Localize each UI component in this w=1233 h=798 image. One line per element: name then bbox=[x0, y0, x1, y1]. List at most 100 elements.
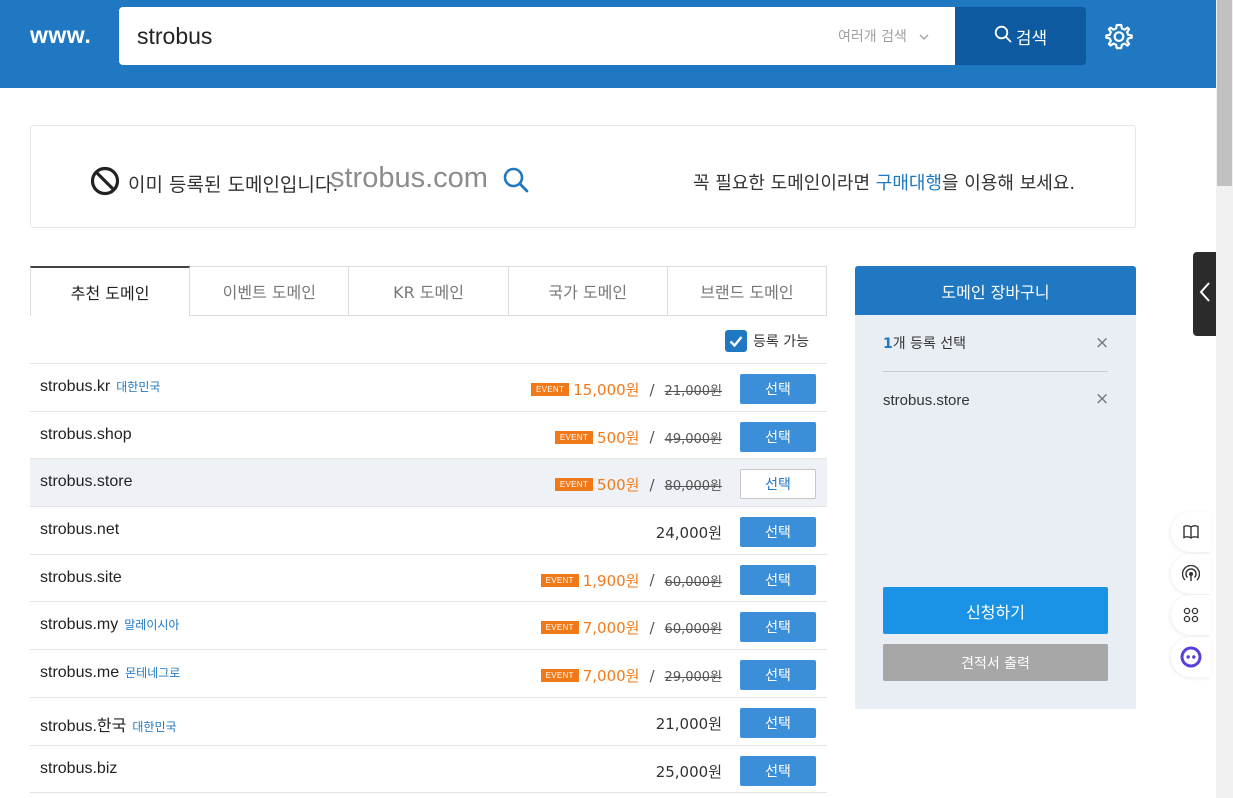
event-price: 500원 bbox=[597, 476, 640, 495]
select-button[interactable]: 선택 bbox=[740, 660, 816, 691]
apply-button[interactable]: 신청하기 bbox=[883, 587, 1108, 634]
whois-search-icon[interactable] bbox=[502, 166, 530, 194]
select-button[interactable]: 선택 bbox=[740, 612, 816, 643]
floating-tools bbox=[1171, 512, 1216, 678]
domain-label: strobus.한국 bbox=[40, 717, 127, 735]
purchase-agency-link[interactable]: 구매대행 bbox=[876, 173, 942, 194]
original-price: 60,000원 bbox=[664, 574, 722, 590]
domain-label: strobus.biz bbox=[40, 759, 118, 777]
gear-icon[interactable] bbox=[1104, 22, 1134, 52]
domain-name: strobus.site bbox=[40, 569, 122, 587]
original-price: 49,000원 bbox=[664, 431, 722, 447]
domain-label: strobus.store bbox=[40, 473, 133, 491]
cart-count: 1개 등록 선택 bbox=[883, 333, 966, 353]
event-price: 500원 bbox=[597, 428, 640, 447]
domain-label: strobus.me bbox=[40, 664, 120, 682]
domain-cart: 도메인 장바구니 1개 등록 선택 × strobus.store × 신청하기… bbox=[855, 266, 1136, 709]
multi-search-dropdown[interactable]: 여러개 검색 bbox=[838, 26, 929, 46]
select-button[interactable]: 선택 bbox=[740, 517, 816, 548]
apps-grid-icon[interactable] bbox=[1171, 595, 1211, 635]
available-filter[interactable]: 등록 가능 bbox=[725, 330, 809, 352]
price-area: 25,000원 bbox=[656, 761, 722, 782]
purchase-agency-message: 꼭 필요한 도메인이라면 구매대행을 이용해 보세요. bbox=[693, 169, 1075, 195]
price-area: EVENT 1,900원 / 60,000원 bbox=[540, 570, 722, 591]
event-price: 7,000원 bbox=[582, 667, 640, 686]
price: 21,000원 bbox=[655, 714, 722, 733]
domain-row: strobus.me 몬테네그로 EVENT 7,000원 / 29,000원 선택 bbox=[30, 649, 827, 697]
domain-label: strobus.shop bbox=[40, 425, 132, 443]
domain-name: strobus.kr 대한민국 bbox=[40, 378, 160, 396]
price: 25,000원 bbox=[655, 762, 722, 781]
side-panel-toggle[interactable] bbox=[1193, 252, 1216, 336]
event-price: 7,000원 bbox=[582, 619, 640, 638]
chatbot-icon[interactable] bbox=[1171, 636, 1211, 677]
book-icon[interactable] bbox=[1171, 512, 1211, 552]
search-button[interactable]: 검색 bbox=[955, 7, 1086, 65]
cart-count-suffix: 개 등록 선택 bbox=[892, 336, 967, 352]
domain-tabs: 추천 도메인 이벤트 도메인 KR 도메인 국가 도메인 브랜드 도메인 bbox=[30, 266, 828, 316]
print-quote-button[interactable]: 견적서 출력 bbox=[883, 644, 1108, 681]
select-button[interactable]: 선택 bbox=[740, 421, 816, 452]
event-badge: EVENT bbox=[540, 573, 579, 587]
domain-name: strobus.shop bbox=[40, 426, 132, 444]
domain-name: strobus.biz bbox=[40, 760, 117, 778]
price-area: 21,000원 bbox=[656, 713, 722, 734]
cart-divider bbox=[883, 371, 1108, 372]
event-badge: EVENT bbox=[540, 621, 579, 635]
chevron-left-icon bbox=[1199, 281, 1211, 307]
country-label: 대한민국 bbox=[132, 719, 177, 734]
scrollbar-thumb[interactable] bbox=[1217, 0, 1232, 186]
price-separator: / bbox=[649, 475, 655, 494]
notice-domain: strobus.com bbox=[330, 162, 488, 194]
prohibited-icon bbox=[90, 166, 120, 196]
domain-row: strobus.my 말레이시아 EVENT 7,000원 / 60,000원 선택 bbox=[30, 601, 827, 649]
original-price: 29,000원 bbox=[664, 670, 722, 686]
tab-kr[interactable]: KR 도메인 bbox=[349, 266, 509, 316]
search-button-label: 검색 bbox=[1015, 28, 1048, 49]
original-price: 80,000원 bbox=[664, 479, 722, 495]
broadcast-icon[interactable] bbox=[1171, 553, 1211, 594]
domain-results-list: strobus.kr 대한민국 EVENT 15,000원/21,000원 선택 stro… bbox=[30, 363, 827, 794]
list-bottom-border bbox=[30, 792, 827, 794]
country-label: 대한민국 bbox=[116, 380, 161, 394]
search-box: 여러개 검색 bbox=[119, 7, 955, 65]
price-area: EVENT 7,000원 / 60,000원 bbox=[540, 617, 722, 638]
domain-name: strobus.net bbox=[40, 521, 119, 539]
domain-row: strobus.store EVENT 500원 / 80,000원 선택 bbox=[30, 458, 827, 507]
event-price: 1,900원 bbox=[582, 571, 640, 590]
country-label: 말레이시아 bbox=[124, 618, 180, 633]
price-separator: / bbox=[649, 428, 655, 447]
agency-suffix: 을 이용해 보세요. bbox=[942, 173, 1076, 194]
clear-cart-icon[interactable]: × bbox=[1095, 333, 1109, 353]
tab-recommended[interactable]: 추천 도메인 bbox=[30, 266, 191, 316]
event-badge: EVENT bbox=[531, 383, 570, 396]
tab-event[interactable]: 이벤트 도메인 bbox=[190, 266, 350, 316]
domain-search-input[interactable] bbox=[137, 17, 817, 55]
price-separator: / bbox=[649, 666, 655, 685]
original-price: 60,000원 bbox=[664, 622, 722, 638]
price-separator: / bbox=[649, 380, 655, 399]
select-button[interactable]: 선택 bbox=[740, 564, 816, 595]
page-scrollbar[interactable] bbox=[1216, 0, 1233, 798]
registered-notice-box: 이미 등록된 도메인입니다. strobus.com 꼭 필요한 도메인이라면 … bbox=[30, 125, 1136, 228]
domain-name: strobus.my 말레이시아 bbox=[40, 616, 179, 634]
select-button[interactable]: 선택 bbox=[740, 755, 816, 786]
price: 24,000원 bbox=[655, 524, 722, 543]
select-button[interactable]: 선택 bbox=[740, 469, 816, 500]
select-button[interactable]: 선택 bbox=[740, 707, 816, 738]
tab-brand[interactable]: 브랜드 도메인 bbox=[667, 266, 828, 316]
select-button[interactable]: 선택 bbox=[740, 374, 816, 404]
domain-name: strobus.me 몬테네그로 bbox=[40, 664, 180, 682]
chevron-down-icon bbox=[919, 31, 929, 44]
tab-country[interactable]: 국가 도메인 bbox=[508, 266, 668, 316]
remove-item-icon[interactable]: × bbox=[1095, 389, 1109, 409]
notice-message: 이미 등록된 도메인입니다. bbox=[128, 174, 339, 196]
available-label: 등록 가능 bbox=[753, 334, 809, 350]
cart-item: strobus.store bbox=[883, 392, 970, 409]
price-area: EVENT 7,000원 / 29,000원 bbox=[540, 665, 722, 686]
event-badge: EVENT bbox=[554, 430, 594, 444]
www-prefix-label: www. bbox=[30, 22, 92, 48]
domain-name: strobus.한국 대한민국 bbox=[40, 712, 177, 736]
event-price: 15,000원 bbox=[573, 381, 640, 399]
available-checkbox[interactable] bbox=[725, 330, 747, 352]
